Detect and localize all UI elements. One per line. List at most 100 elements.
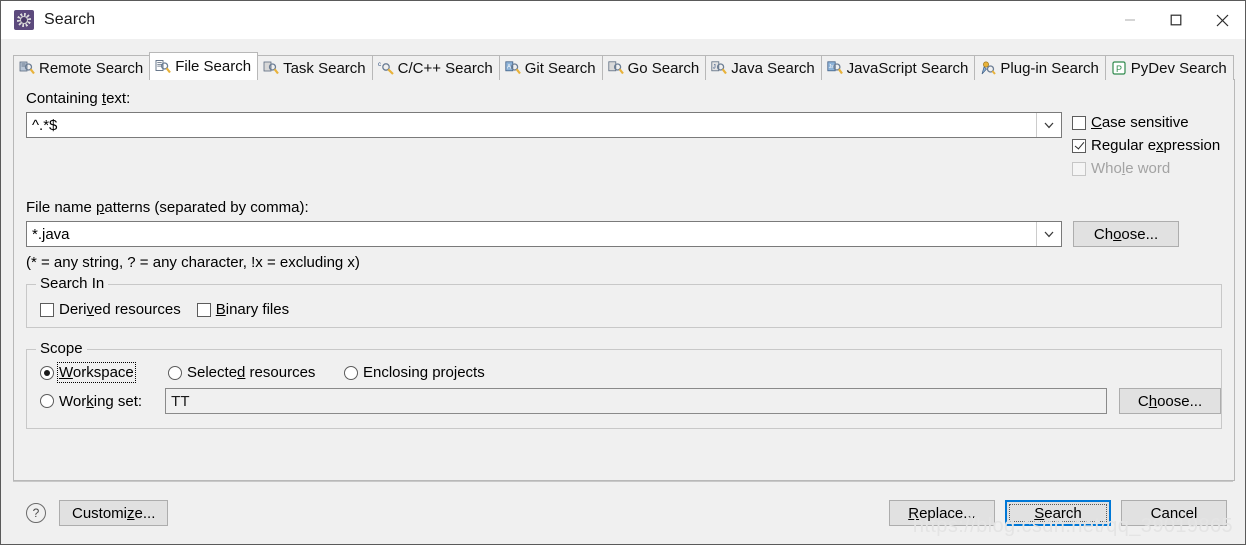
search-dialog: Search Remote Search File Search Task Sear… — [0, 0, 1246, 545]
tab-plug-in-search[interactable]: Plug-in Search — [974, 55, 1106, 80]
close-button[interactable] — [1199, 1, 1245, 39]
go-search-icon — [607, 60, 624, 76]
tab-label: Task Search — [283, 59, 366, 77]
containing-text-label: Containing text: — [26, 90, 1222, 107]
svg-text:P: P — [1116, 64, 1122, 74]
tab-go-search[interactable]: Go Search — [601, 55, 707, 80]
tab-task-search[interactable]: Task Search — [257, 55, 373, 80]
file-name-patterns-input[interactable]: *.java — [27, 226, 1036, 243]
tab-label: JavaScript Search — [846, 59, 969, 77]
eclipse-search-icon — [14, 10, 34, 30]
binary-files-checkbox[interactable]: Binary files — [196, 301, 289, 318]
scope-workspace-mnemonic: W — [59, 364, 73, 381]
regular-expression-checkbox[interactable]: Regular expression — [1072, 137, 1220, 154]
working-set-choose-button[interactable]: Ch oose... — [1119, 388, 1221, 414]
tab-remote-search[interactable]: Remote Search — [13, 55, 151, 80]
containing-text-combo[interactable]: ^.*$ — [26, 112, 1062, 138]
tab-label: PyDev Search — [1130, 59, 1227, 77]
scope-enclosing-projects-label: Enclosing projects — [363, 364, 485, 381]
search-options: Case sensitive Regular expression Whole … — [1072, 112, 1220, 177]
case-sensitive-label: Case sensitive — [1091, 114, 1189, 131]
choose-mnemonic: o — [1113, 225, 1122, 243]
tab-label: Go Search — [627, 59, 700, 77]
title-bar: Search — [1, 1, 1245, 39]
tab-c-c-search[interactable]: c C/C++ Search — [371, 55, 500, 80]
scope-radio-selected-resources[interactable]: Selected resources — [168, 364, 344, 381]
derived-resources-checkbox[interactable]: Derived resources — [40, 301, 181, 318]
derived-resources-mnemonic: v — [86, 301, 95, 318]
checkbox-box — [1072, 138, 1086, 153]
radio-dot — [40, 365, 54, 380]
scope-working-set-label: Working set: — [59, 393, 142, 410]
svg-text:c: c — [378, 62, 381, 68]
task-search-icon — [263, 60, 279, 76]
maximize-button[interactable] — [1153, 1, 1199, 39]
tab-label: Plug-in Search — [1000, 59, 1099, 77]
derived-resources-label: Derived resources — [59, 301, 181, 318]
scope-choose-label-post: oose... — [1157, 392, 1203, 410]
tab-file-search[interactable]: File Search — [149, 52, 259, 80]
case-sensitive-text: ase sensitive — [1101, 114, 1189, 131]
scope-radio-working-set[interactable]: Working set: — [40, 393, 165, 410]
file-search-icon — [155, 59, 172, 75]
tab-java-search[interactable]: J Java Search — [705, 55, 822, 80]
scope-group-title: Scope — [36, 341, 87, 357]
pydev-search-icon: P — [1111, 60, 1127, 76]
scope-choose-label-pre: C — [1137, 392, 1149, 410]
scope-workspace-label: Workspace — [57, 362, 136, 383]
choose-label-post: ose... — [1121, 225, 1159, 243]
tab-label: C/C++ Search — [397, 59, 493, 77]
working-set-field[interactable]: TT — [165, 388, 1107, 414]
regular-expression-text-pre: Regular e — [1091, 137, 1157, 154]
tab-label: Remote Search — [39, 59, 144, 77]
plugin-search-icon — [980, 60, 997, 76]
whole-word-checkbox: Whole word — [1072, 160, 1220, 177]
search-tabs: Remote Search File Search Task Search c C/C+… — [13, 52, 1235, 80]
file-patterns-choose-button[interactable]: Ch o ose... — [1073, 221, 1179, 247]
javascript-search-icon: Js — [827, 60, 843, 76]
tab-javascript-search[interactable]: Js JavaScript Search — [820, 55, 976, 80]
customize-button[interactable]: Customi z e... — [59, 500, 169, 526]
tab-git-search[interactable]: A Git Search — [498, 55, 603, 80]
cpp-search-icon: c — [378, 60, 394, 76]
scope-working-set-text-pre: Wor — [59, 392, 87, 410]
choose-label-pre: Ch — [1093, 225, 1114, 243]
binary-files-label: Binary files — [216, 301, 289, 318]
containing-text-label-post: ext: — [106, 90, 131, 107]
derived-resources-text-post: ed resources — [94, 301, 181, 318]
case-sensitive-checkbox[interactable]: Case sensitive — [1072, 114, 1220, 131]
containing-text-input[interactable]: ^.*$ — [27, 117, 1036, 134]
checkbox-box — [1072, 161, 1086, 176]
radio-dot — [40, 394, 54, 408]
file-search-panel: Containing text: ^.*$ Case sensitive Reg… — [13, 79, 1235, 481]
file-name-patterns-label-pre: File name — [26, 199, 97, 216]
file-name-patterns-combo[interactable]: *.java — [26, 221, 1062, 247]
java-search-icon: J — [711, 60, 728, 76]
derived-resources-text-pre: Deri — [59, 301, 87, 318]
remote-search-icon — [19, 60, 35, 76]
window-controls — [1107, 1, 1245, 39]
tab-label: Java Search — [731, 59, 815, 77]
file-name-patterns-label: File name patterns (separated by comma): — [26, 199, 1222, 216]
help-icon[interactable]: ? — [26, 503, 46, 523]
git-search-icon: A — [505, 60, 521, 76]
tab-pydev-search[interactable]: P PyDev Search — [1104, 55, 1234, 80]
customize-label-post: e... — [134, 504, 156, 522]
scope-radio-workspace[interactable]: Workspace — [40, 362, 168, 383]
checkbox-box — [40, 302, 54, 317]
minimize-button[interactable] — [1107, 1, 1153, 39]
regular-expression-text-post: pression — [1163, 137, 1221, 154]
whole-word-text-post: e word — [1125, 160, 1171, 177]
regular-expression-mnemonic: x — [1156, 137, 1164, 154]
svg-text:A: A — [507, 64, 511, 70]
binary-files-text-post: inary files — [225, 301, 290, 318]
file-patterns-hint: (* = any string, ? = any character, !x =… — [26, 254, 360, 271]
chevron-down-icon[interactable] — [1036, 113, 1061, 137]
customize-mnemonic: z — [127, 504, 135, 522]
scope-radio-enclosing-projects[interactable]: Enclosing projects — [344, 364, 485, 381]
window-title: Search — [44, 11, 96, 28]
tab-label: Git Search — [524, 59, 596, 77]
chevron-down-icon[interactable] — [1036, 222, 1061, 246]
containing-text-label-pre: Containing — [26, 90, 102, 107]
search-in-group: Search In Derived resources Binary files — [26, 276, 1222, 328]
